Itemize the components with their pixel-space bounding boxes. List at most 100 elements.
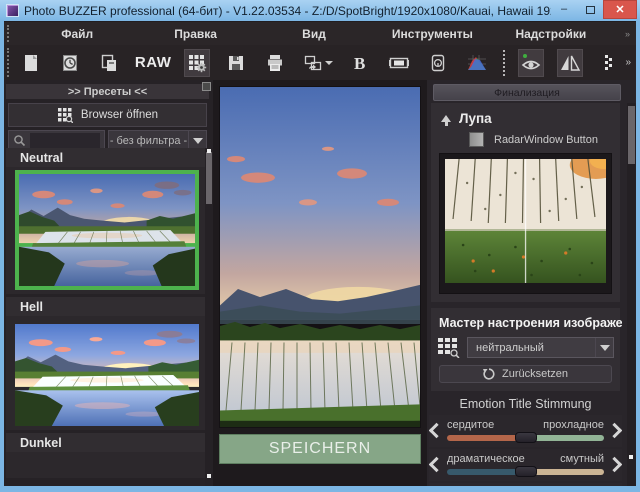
loupe-section: Лупа RadarWindow Button <box>431 103 620 302</box>
preset-label: Hell <box>6 297 207 316</box>
scroll-down-dot <box>207 474 211 478</box>
panel-pin-icon[interactable] <box>202 82 211 91</box>
preset-item-neutral[interactable]: Neutral <box>6 148 207 294</box>
loupe-preview-image[interactable] <box>445 159 606 283</box>
finalize-panel: Финализация Лупа RadarWindow Button Маст… <box>427 80 636 486</box>
presets-panel-header[interactable]: >> Пресеты << <box>6 84 209 99</box>
finalize-scrollbar-thumb[interactable] <box>628 106 635 164</box>
slider-track-left <box>447 469 526 475</box>
main-preview-image[interactable] <box>220 87 420 427</box>
emotion-slider-row: скрытный мягкий <box>429 483 622 486</box>
toolbar-drag-handle[interactable] <box>7 48 9 77</box>
slider-left-label: драматическое <box>447 453 525 465</box>
titlebar: Photo BUZZER professional (64-бит) - V1.… <box>0 0 640 21</box>
search-icon <box>13 134 26 147</box>
close-button[interactable]: ✕ <box>603 0 637 19</box>
presets-scrollbar-thumb[interactable] <box>206 152 212 204</box>
dots-menu-icon <box>601 52 617 74</box>
paste-icon <box>99 53 119 73</box>
menubar-drag-handle[interactable] <box>7 25 9 42</box>
gauge-button[interactable] <box>425 49 451 77</box>
menu-file[interactable]: Файл <box>18 27 136 41</box>
preset-item-hell[interactable]: Hell <box>6 297 207 430</box>
finalize-scrollbar[interactable] <box>627 103 636 486</box>
slider-track[interactable] <box>447 469 604 475</box>
svg-text:B: B <box>354 54 365 73</box>
app-icon <box>6 4 19 17</box>
menu-view[interactable]: Вид <box>255 27 373 41</box>
speichern-label: SPEICHERN <box>269 440 371 458</box>
frame-button[interactable] <box>386 49 412 77</box>
slider-right-chevron[interactable] <box>607 456 622 472</box>
compare-mirror-button[interactable] <box>557 49 583 77</box>
preset-label: Neutral <box>6 148 207 167</box>
chevron-down-icon <box>193 138 203 144</box>
mood-preset-dropdown[interactable]: нейтральный <box>467 337 614 358</box>
raw-button[interactable]: RAW <box>135 49 172 77</box>
browser-grid-icon <box>57 107 73 123</box>
presets-header-label: >> Пресеты << <box>68 86 147 98</box>
reset-button[interactable]: Zurücksetzen <box>439 365 612 383</box>
reset-refresh-icon <box>483 368 495 380</box>
mood-master-title: Мастер настроения изображения <box>439 316 614 330</box>
preset-search-input[interactable] <box>30 133 100 148</box>
histogram-button[interactable] <box>464 49 490 77</box>
preview-toggle-button[interactable] <box>518 49 544 77</box>
slider-right-label: прохладное <box>543 419 604 431</box>
print-button[interactable] <box>262 49 288 77</box>
speichern-button[interactable]: SPEICHERN <box>219 434 421 464</box>
menu-addons[interactable]: Надстройки <box>492 27 610 41</box>
open-browser-button[interactable]: Browser öffnen <box>8 103 207 127</box>
menu-overflow-chevron[interactable]: » <box>625 29 630 39</box>
mood-master-section: Мастер настроения изображения нейтральны… <box>431 308 620 391</box>
collapse-up-arrow-icon[interactable] <box>441 115 451 122</box>
history-icon <box>60 53 80 73</box>
preset-thumbnail-image[interactable] <box>15 324 199 426</box>
preset-thumbnail-image[interactable] <box>19 174 195 286</box>
menu-tools[interactable]: Инструменты <box>373 27 491 41</box>
maximize-icon <box>586 6 595 14</box>
new-document-icon <box>21 53 41 73</box>
menubar: Файл Правка Вид Инструменты Надстройки » <box>4 22 636 45</box>
emotion-section-title: Emotion Title Stimmung <box>429 397 622 411</box>
toolbar-overflow-chevron[interactable]: » <box>625 57 631 68</box>
maximize-button[interactable] <box>577 0 603 18</box>
preset-selection-border <box>15 170 199 290</box>
paste-button[interactable] <box>96 49 122 77</box>
mood-dropdown-caret-box[interactable] <box>595 338 613 357</box>
radar-window-checkbox[interactable] <box>469 132 484 147</box>
slider-right-chevron[interactable] <box>607 422 622 438</box>
batch-button[interactable]: B <box>347 49 373 77</box>
eye-icon <box>519 52 543 74</box>
save-file-button[interactable] <box>223 49 249 77</box>
finalize-panel-content: Лупа RadarWindow Button Мастер настроени… <box>429 103 622 486</box>
emotion-slider-row: драматическое смутный <box>429 449 622 481</box>
slider-track[interactable] <box>447 435 604 441</box>
preset-item-dunkel[interactable]: Dunkel <box>6 433 207 478</box>
filter-dropdown-value: - без фильтра - <box>109 135 188 147</box>
presets-browser-button[interactable] <box>184 49 210 77</box>
preset-list: Neutral Hell Dunkel <box>6 148 207 486</box>
dots-menu-button[interactable] <box>596 49 622 77</box>
toolbar-separator <box>503 50 505 76</box>
preset-label: Dunkel <box>6 433 207 452</box>
save-icon <box>226 53 246 73</box>
history-button[interactable] <box>57 49 83 77</box>
minimize-button[interactable]: – <box>551 0 577 18</box>
export-button[interactable] <box>301 49 334 77</box>
slider-left-chevron[interactable] <box>429 422 444 438</box>
slider-track-right <box>526 469 605 475</box>
histogram-icon <box>466 53 488 73</box>
slider-left-label: сердитое <box>447 419 494 431</box>
gauge-icon <box>428 53 448 73</box>
open-browser-label: Browser öffnen <box>81 109 158 121</box>
new-document-button[interactable] <box>18 49 44 77</box>
finalize-tab-label: Финализация <box>494 87 560 99</box>
slider-handle[interactable] <box>515 466 537 477</box>
raw-label: RAW <box>135 54 172 71</box>
finalize-tab-button[interactable]: Финализация <box>433 84 621 101</box>
slider-left-chevron[interactable] <box>429 456 444 472</box>
menu-edit[interactable]: Правка <box>136 27 254 41</box>
presets-scrollbar[interactable] <box>205 148 213 486</box>
slider-handle[interactable] <box>515 432 537 443</box>
